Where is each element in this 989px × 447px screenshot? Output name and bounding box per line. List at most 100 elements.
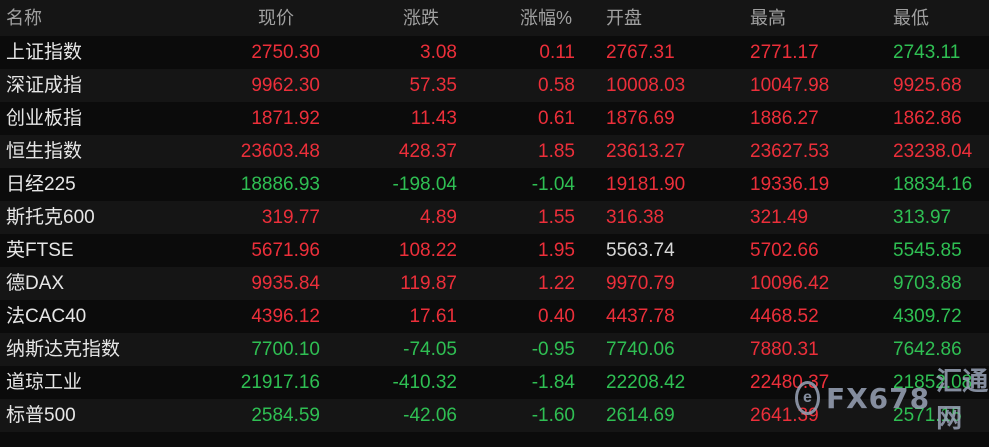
cell-low: 313.97 bbox=[893, 207, 952, 228]
header-pct[interactable]: 涨幅% bbox=[520, 0, 572, 36]
index-name: 上证指数 bbox=[6, 42, 83, 63]
table-row[interactable]: 英FTSE 5671.96 108.22 1.95 5563.74 5702.66 5545… bbox=[0, 234, 989, 267]
cell-low: 2571.15 bbox=[893, 405, 962, 426]
cell-open: 19181.90 bbox=[606, 174, 686, 195]
cell-change: 4.89 bbox=[420, 207, 457, 228]
cell-price: 2750.30 bbox=[251, 42, 320, 63]
cell-price: 9962.30 bbox=[251, 75, 320, 96]
cell-change: -74.05 bbox=[403, 339, 457, 360]
cell-low: 4309.72 bbox=[893, 306, 962, 327]
cell-high: 321.49 bbox=[750, 207, 809, 228]
cell-pct: -1.84 bbox=[531, 372, 575, 393]
index-name: 法CAC40 bbox=[6, 306, 87, 327]
cell-open: 2767.31 bbox=[606, 42, 675, 63]
header-price[interactable]: 现价 bbox=[258, 0, 294, 36]
cell-price: 21917.16 bbox=[240, 372, 320, 393]
cell-change: -198.04 bbox=[392, 174, 457, 195]
cell-change: 108.22 bbox=[398, 240, 457, 261]
header-name[interactable]: 名称 bbox=[6, 0, 42, 36]
table-header: 名称 现价 涨跌 涨幅% 开盘 最高 最低 bbox=[0, 0, 989, 36]
cell-pct: 0.61 bbox=[538, 108, 575, 129]
index-name: 恒生指数 bbox=[6, 141, 83, 162]
index-name: 创业板指 bbox=[6, 108, 83, 129]
cell-pct: 1.55 bbox=[538, 207, 575, 228]
cell-open: 23613.27 bbox=[606, 141, 686, 162]
cell-pct: 0.40 bbox=[538, 306, 575, 327]
cell-open: 1876.69 bbox=[606, 108, 675, 129]
index-name: 标普500 bbox=[6, 405, 76, 426]
cell-pct: 0.11 bbox=[539, 42, 575, 63]
cell-high: 4468.52 bbox=[750, 306, 819, 327]
cell-high: 10047.98 bbox=[750, 75, 830, 96]
cell-low: 7642.86 bbox=[893, 339, 962, 360]
cell-high: 2641.39 bbox=[750, 405, 819, 426]
cell-high: 19336.19 bbox=[750, 174, 830, 195]
cell-high: 10096.42 bbox=[750, 273, 830, 294]
index-name: 道琼工业 bbox=[6, 372, 83, 393]
cell-pct: -1.04 bbox=[531, 174, 575, 195]
table-row[interactable]: 标普500 2584.59 -42.06 -1.60 2614.69 2641.39 257… bbox=[0, 399, 989, 432]
cell-pct: -0.95 bbox=[531, 339, 575, 360]
header-open[interactable]: 开盘 bbox=[606, 0, 642, 36]
cell-low: 9703.88 bbox=[893, 273, 962, 294]
cell-price: 9935.84 bbox=[251, 273, 320, 294]
cell-pct: 1.85 bbox=[538, 141, 575, 162]
market-index-table: 名称 现价 涨跌 涨幅% 开盘 最高 最低 上证指数 2750.30 3.08 0.1… bbox=[0, 0, 989, 432]
table-row[interactable]: 日经225 18886.93 -198.04 -1.04 19181.90 19336.1… bbox=[0, 168, 989, 201]
cell-pct: -1.60 bbox=[531, 405, 575, 426]
header-high[interactable]: 最高 bbox=[750, 0, 786, 36]
cell-open: 22208.42 bbox=[606, 372, 686, 393]
cell-price: 2584.59 bbox=[251, 405, 320, 426]
cell-low: 21852.08 bbox=[893, 372, 973, 393]
table-row[interactable]: 道琼工业 21917.16 -410.32 -1.84 22208.42 22480.37… bbox=[0, 366, 989, 399]
cell-pct: 0.58 bbox=[538, 75, 575, 96]
cell-price: 319.77 bbox=[261, 207, 320, 228]
header-low[interactable]: 最低 bbox=[893, 0, 929, 36]
cell-low: 2743.11 bbox=[893, 42, 961, 63]
cell-high: 7880.31 bbox=[750, 339, 819, 360]
cell-change: 3.08 bbox=[420, 42, 457, 63]
table-row[interactable]: 斯托克600 319.77 4.89 1.55 316.38 321.49 313.97 bbox=[0, 201, 989, 234]
table-row[interactable]: 深证成指 9962.30 57.35 0.58 10008.03 10047.98 9925… bbox=[0, 69, 989, 102]
cell-low: 18834.16 bbox=[893, 174, 973, 195]
cell-high: 23627.53 bbox=[750, 141, 830, 162]
cell-open: 9970.79 bbox=[606, 273, 675, 294]
cell-change: 428.37 bbox=[398, 141, 457, 162]
table-body: 上证指数 2750.30 3.08 0.11 2767.31 2771.17 2743.11… bbox=[0, 36, 989, 432]
header-change[interactable]: 涨跌 bbox=[403, 0, 439, 36]
cell-open: 5563.74 bbox=[606, 240, 675, 261]
cell-high: 1886.27 bbox=[750, 108, 819, 129]
cell-change: 119.87 bbox=[400, 273, 457, 294]
cell-open: 7740.06 bbox=[606, 339, 675, 360]
cell-low: 9925.68 bbox=[893, 75, 962, 96]
cell-high: 2771.17 bbox=[750, 42, 819, 63]
cell-change: 57.35 bbox=[409, 75, 457, 96]
index-name: 纳斯达克指数 bbox=[6, 339, 121, 360]
index-name: 深证成指 bbox=[6, 75, 83, 96]
cell-change: -42.06 bbox=[403, 405, 457, 426]
index-name: 日经225 bbox=[6, 174, 76, 195]
cell-change: -410.32 bbox=[392, 372, 457, 393]
table-row[interactable]: 上证指数 2750.30 3.08 0.11 2767.31 2771.17 2743.11 bbox=[0, 36, 989, 69]
table-row[interactable]: 法CAC40 4396.12 17.61 0.40 4437.78 4468.52 4309… bbox=[0, 300, 989, 333]
cell-low: 23238.04 bbox=[893, 141, 973, 162]
cell-open: 2614.69 bbox=[606, 405, 675, 426]
index-name: 斯托克600 bbox=[6, 207, 95, 228]
cell-open: 316.38 bbox=[606, 207, 665, 228]
table-row[interactable]: 创业板指 1871.92 11.43 0.61 1876.69 1886.27 1862.8… bbox=[0, 102, 989, 135]
cell-price: 18886.93 bbox=[240, 174, 320, 195]
cell-pct: 1.95 bbox=[538, 240, 575, 261]
cell-pct: 1.22 bbox=[538, 273, 575, 294]
cell-low: 5545.85 bbox=[893, 240, 962, 261]
cell-change: 17.61 bbox=[409, 306, 457, 327]
index-name: 德DAX bbox=[6, 273, 65, 294]
cell-price: 4396.12 bbox=[251, 306, 320, 327]
cell-price: 23603.48 bbox=[240, 141, 320, 162]
cell-change: 11.43 bbox=[410, 108, 457, 129]
cell-open: 10008.03 bbox=[606, 75, 686, 96]
table-row[interactable]: 纳斯达克指数 7700.10 -74.05 -0.95 7740.06 7880.31 76… bbox=[0, 333, 989, 366]
cell-open: 4437.78 bbox=[606, 306, 675, 327]
table-row[interactable]: 恒生指数 23603.48 428.37 1.85 23613.27 23627.53 23… bbox=[0, 135, 989, 168]
table-row[interactable]: 德DAX 9935.84 119.87 1.22 9970.79 10096.42 9703… bbox=[0, 267, 989, 300]
cell-low: 1862.86 bbox=[893, 108, 962, 129]
